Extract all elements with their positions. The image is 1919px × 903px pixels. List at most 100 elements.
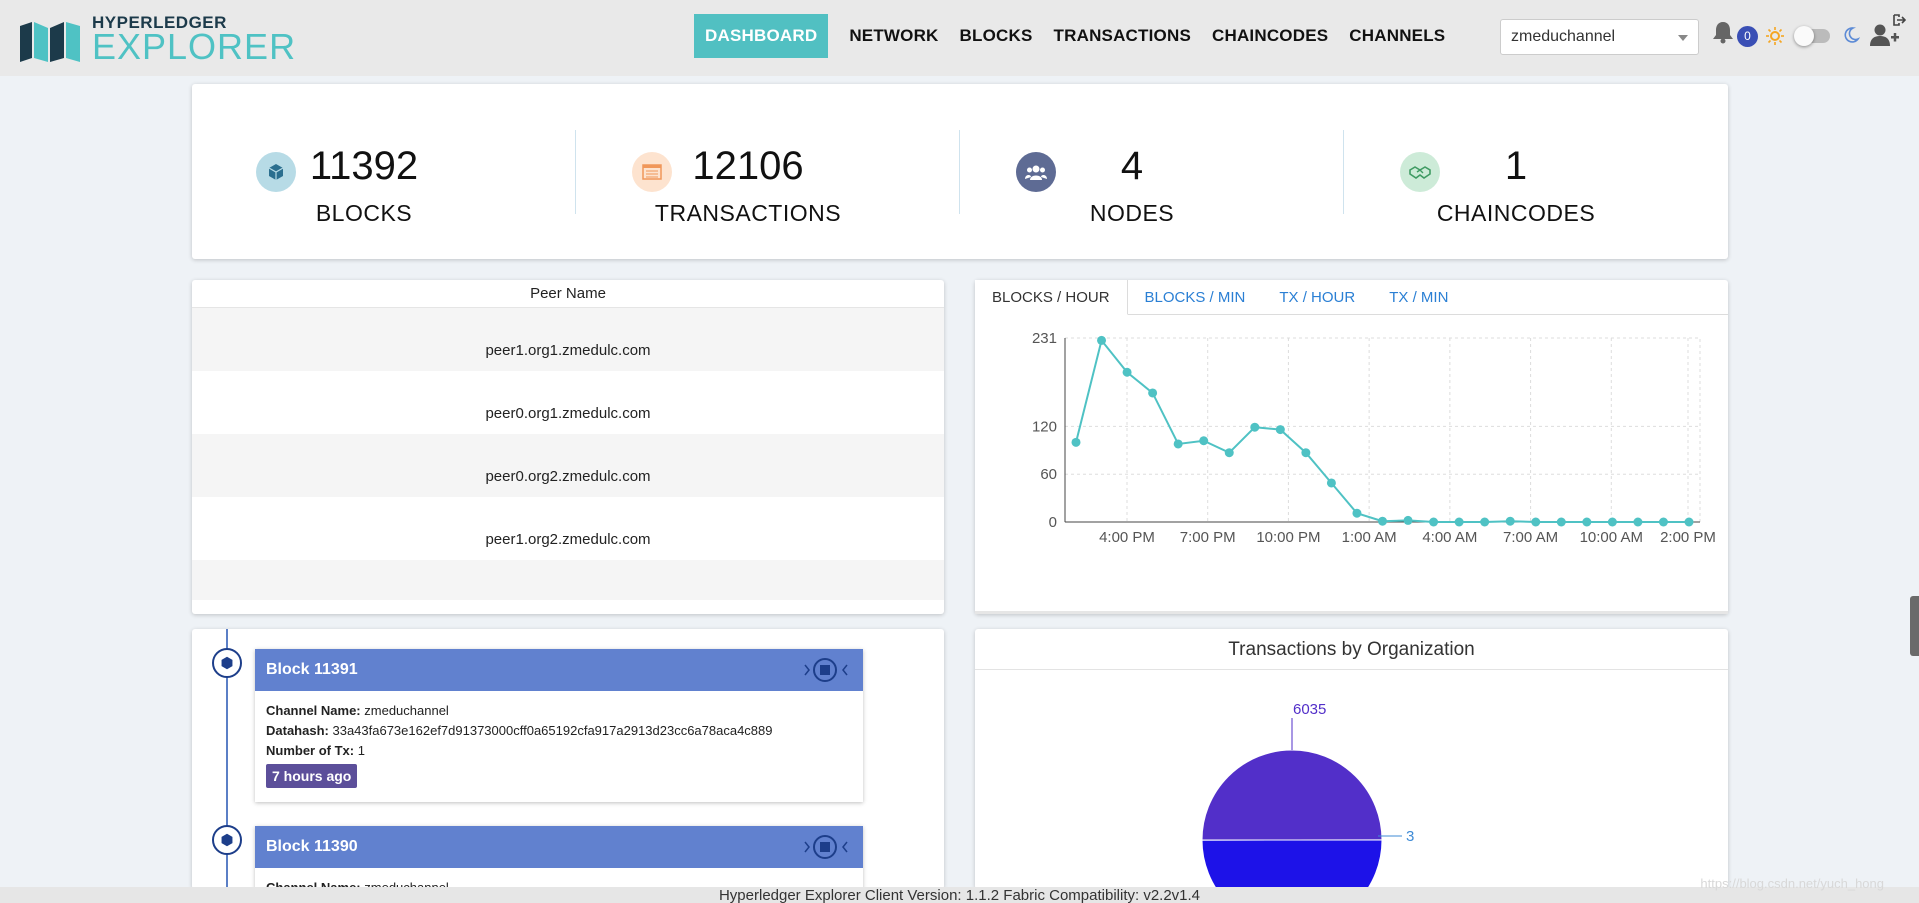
data-point [1352, 508, 1362, 518]
block-item[interactable]: Block 11391 Channel Name: zmeduchannel D… [255, 649, 863, 802]
timeline-cube-icon [212, 648, 242, 678]
block-details: Channel Name: zmeduchannel Datahash: 33a… [255, 691, 863, 802]
hyperledger-explorer-logo[interactable]: HYPERLEDGER EXPLORER [18, 14, 296, 65]
moon-icon[interactable] [1842, 26, 1860, 44]
series-line [1075, 338, 1689, 523]
timeline-cube-icon [212, 825, 242, 855]
x-tick-label: 4:00 AM [1422, 529, 1477, 546]
bell-icon[interactable] [1712, 20, 1734, 44]
channel-name-value: zmeduchannel [364, 703, 449, 718]
footer-version: Hyperledger Explorer Client Version: 1.1… [0, 887, 1919, 903]
side-scroll-handle[interactable] [1910, 596, 1919, 656]
watermark: https://blog.csdn.net/yuch_hong [1700, 876, 1884, 891]
plot-area [1064, 337, 1701, 523]
peer-name-header[interactable]: Peer Name [192, 280, 944, 308]
nav-chaincodes[interactable]: CHAINCODES [1212, 26, 1328, 46]
block-timeline-card: Block 11391 Channel Name: zmeduchannel D… [192, 629, 944, 889]
peer-row[interactable]: peer0.org2.zmedulc.com [192, 434, 944, 497]
sun-icon[interactable] [1766, 27, 1784, 45]
nav-transactions[interactable]: TRANSACTIONS [1054, 26, 1191, 46]
data-point [1684, 517, 1694, 527]
x-tick-label: 2:00 PM [1660, 529, 1716, 546]
y-tick-label: 0 [1049, 514, 1057, 531]
tab-blocks-hour[interactable]: BLOCKS / HOUR [975, 280, 1128, 315]
block-title[interactable]: Block 11391 [266, 661, 358, 678]
data-point [1224, 448, 1234, 458]
data-point [1122, 367, 1132, 377]
list-icon [632, 152, 672, 192]
channel-select[interactable]: zmeduchannel [1500, 19, 1699, 55]
y-tick-label: 231 [1032, 330, 1057, 347]
tab-tx-hour[interactable]: TX / HOUR [1262, 280, 1372, 315]
block-details-icon[interactable] [801, 833, 851, 861]
metrics-chart-card: BLOCKS / HOUR BLOCKS / MIN TX / HOUR TX … [975, 280, 1728, 614]
tab-blocks-min[interactable]: BLOCKS / MIN [1128, 280, 1263, 315]
tx-by-org-card: Transactions by Organization 6035 3 [975, 629, 1728, 889]
stat-transactions-label: TRANSACTIONS [654, 200, 842, 226]
block-title[interactable]: Block 11390 [266, 838, 358, 855]
block-details: Channel Name: zmeduchannel [255, 868, 863, 889]
data-point [1505, 516, 1515, 526]
stat-chaincodes-label: CHAINCODES [1436, 200, 1596, 226]
y-tick-label: 120 [1032, 418, 1057, 435]
data-point [1556, 517, 1566, 527]
stat-nodes-value: 4 [1120, 144, 1144, 188]
data-point [1480, 517, 1490, 527]
pie-title: Transactions by Organization [975, 629, 1728, 670]
data-point [1148, 388, 1158, 398]
channel-select-value: zmeduchannel [1511, 28, 1616, 45]
data-point [1633, 517, 1643, 527]
logo-bottom-text: EXPLORER [92, 26, 297, 67]
main-nav: DASHBOARD NETWORK BLOCKS TRANSACTIONS CH… [694, 13, 1466, 58]
theme-toggle-knob [1794, 26, 1814, 46]
peer-list-card: Peer Name peer1.org1.zmedulc.com peer0.o… [192, 280, 944, 614]
tab-tx-min[interactable]: TX / MIN [1372, 280, 1465, 315]
peer-row[interactable]: peer1.org2.zmedulc.com [192, 497, 944, 560]
x-tick-label: 10:00 PM [1256, 529, 1320, 546]
block-title-bar: Block 11391 [255, 649, 863, 691]
x-tick-label: 7:00 PM [1180, 529, 1236, 546]
nav-network[interactable]: NETWORK [849, 26, 938, 46]
datahash-value: 33a43fa673e162ef7d91373000cff0a65192cfa9… [332, 723, 773, 738]
data-point [1607, 517, 1617, 527]
block-details-icon[interactable] [801, 656, 851, 684]
stat-nodes-label: NODES [1089, 200, 1175, 226]
y-tick-label: 60 [1040, 466, 1057, 483]
chart-divider [975, 611, 1728, 614]
stat-transactions-value: 12106 [692, 144, 804, 188]
x-tick-label: 10:00 AM [1580, 529, 1643, 546]
top-navbar: HYPERLEDGER EXPLORER DASHBOARD NETWORK B… [0, 0, 1919, 76]
channel-name-label: Channel Name: [266, 703, 361, 718]
stat-blocks: 11392 BLOCKS [192, 84, 576, 259]
tx-by-org-pie: 6035 3 [1201, 701, 1414, 889]
block-item[interactable]: Block 11390 Channel Name: zmeduchannel [255, 826, 863, 889]
theme-toggle[interactable] [1794, 26, 1830, 46]
notification-badge: 0 [1737, 26, 1758, 47]
blocks-per-hour-chart: 0 60 120 231 4:00 PM 7:00 PM 10:00 PM 1:00 AM 4:… [1032, 330, 1716, 546]
logout-icon[interactable] [1892, 13, 1906, 27]
nav-blocks[interactable]: BLOCKS [960, 26, 1033, 46]
peer-row-empty [192, 560, 944, 600]
x-tick-label: 1:00 AM [1342, 529, 1397, 546]
data-point [1403, 515, 1413, 525]
stat-chaincodes: 1 CHAINCODES [1344, 84, 1728, 259]
peer-row[interactable]: peer0.org1.zmedulc.com [192, 371, 944, 434]
nav-dashboard[interactable]: DASHBOARD [694, 13, 829, 58]
book-logo-icon [20, 21, 80, 62]
data-point [1071, 437, 1081, 447]
data-point [1531, 517, 1541, 527]
data-point [1429, 517, 1439, 527]
pie-slice [1201, 839, 1383, 889]
block-age-badge: 7 hours ago [266, 764, 358, 788]
pie-slice [1201, 749, 1383, 841]
tx-count-label: Number of Tx: [266, 743, 355, 758]
peer-row[interactable]: peer1.org1.zmedulc.com [192, 308, 944, 371]
x-tick-label: 4:00 PM [1099, 529, 1155, 546]
stat-blocks-value: 11392 [309, 144, 419, 188]
data-point [1199, 436, 1209, 446]
stat-transactions: 12106 TRANSACTIONS [576, 84, 960, 259]
stats-card: 11392 BLOCKS 12106 TRANSACTIONS 4 NODES … [192, 84, 1728, 259]
nav-channels[interactable]: CHANNELS [1349, 26, 1445, 46]
chart-tabs: BLOCKS / HOUR BLOCKS / MIN TX / HOUR TX … [975, 280, 1728, 315]
stat-chaincodes-value: 1 [1504, 144, 1528, 188]
